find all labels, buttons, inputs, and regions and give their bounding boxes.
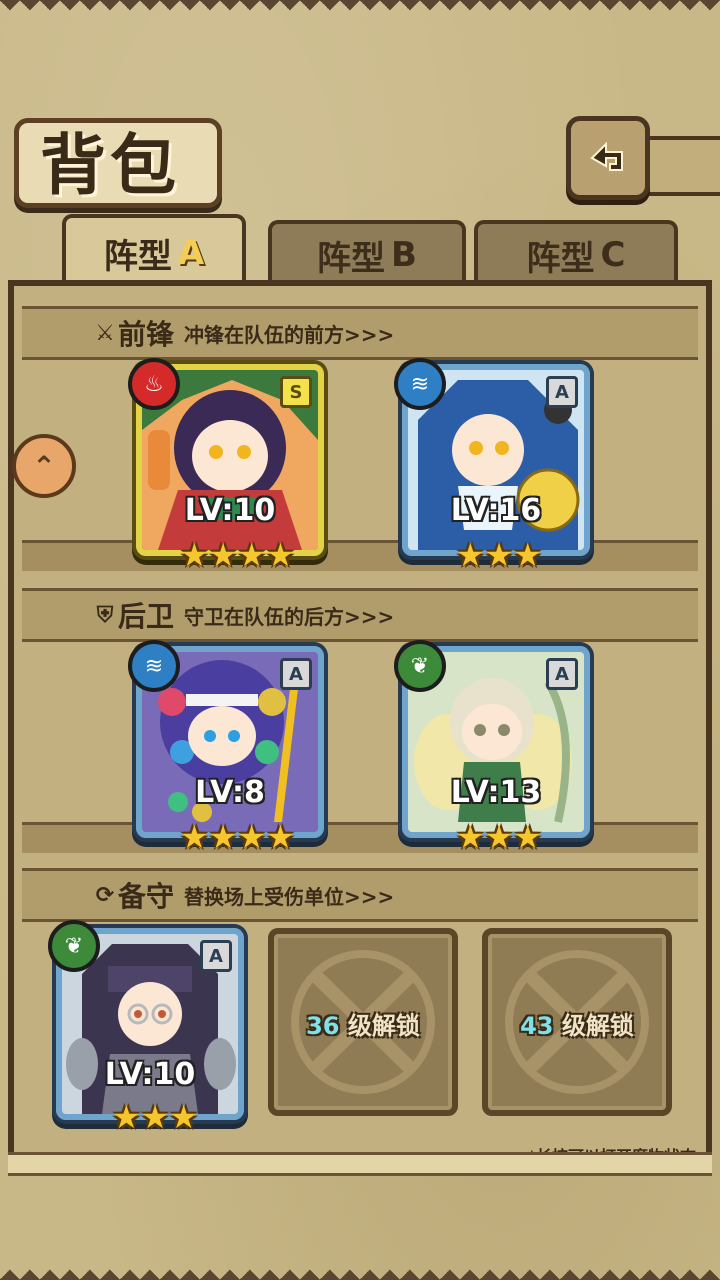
tab-letter: C xyxy=(600,235,626,275)
star-icon: ★ xyxy=(208,818,238,856)
star-rating: ★ ★ ★ xyxy=(456,536,543,574)
unlock-label: 36 级解锁 xyxy=(274,1006,452,1041)
unit-level: LV:10 xyxy=(184,493,276,528)
leaf-element-icon: ❦ xyxy=(48,920,100,972)
page-title: 背包 xyxy=(40,127,180,204)
section-desc: 冲锋在队伍的前方>>> xyxy=(184,322,395,347)
star-icon: ★ xyxy=(140,1098,170,1136)
arrow-up-icon: ⌃ xyxy=(32,449,56,483)
rank-badge: S xyxy=(280,376,312,408)
unit-level: LV:16 xyxy=(450,493,542,528)
tab-formation-c[interactable]: 阵型 C xyxy=(474,220,678,286)
section-back: ⛨ 后卫 守卫在队伍的后方>>> xyxy=(22,588,698,642)
tab-letter: B xyxy=(391,235,417,275)
tab-letter: A xyxy=(177,233,205,273)
tab-label: 阵型 xyxy=(103,236,172,277)
leaf-element-icon: ❦ xyxy=(394,640,446,692)
star-icon: ★ xyxy=(266,818,295,856)
unit-level: LV:10 xyxy=(104,1057,196,1092)
locked-slot[interactable]: 43 级解锁 xyxy=(482,928,672,1116)
tab-label: 阵型 xyxy=(526,238,595,279)
section-desc: 守卫在队伍的后方>>> xyxy=(184,604,395,629)
star-icon: ★ xyxy=(484,818,514,856)
star-icon: ★ xyxy=(237,536,267,574)
unlock-label: 43 级解锁 xyxy=(488,1006,666,1041)
rank-badge: A xyxy=(546,376,578,408)
top-border xyxy=(0,0,720,22)
section-name: 备守 xyxy=(118,880,175,913)
tab-label: 阵型 xyxy=(317,238,386,279)
water-element-icon: ≋ xyxy=(394,358,446,410)
star-icon: ★ xyxy=(456,818,485,856)
sword-icon: ⚔ xyxy=(95,320,115,346)
unit-level: LV:13 xyxy=(450,775,542,810)
star-icon: ★ xyxy=(266,536,295,574)
tab-formation-b[interactable]: 阵型 B xyxy=(268,220,466,286)
star-rating: ★ ★ ★ xyxy=(456,818,543,856)
water-element-icon: ≋ xyxy=(128,640,180,692)
star-icon: ★ xyxy=(237,818,267,856)
unlock-text: 级解锁 xyxy=(347,1012,420,1040)
bottom-border xyxy=(0,1258,720,1280)
unit-level: LV:8 xyxy=(195,775,265,810)
bottom-strip xyxy=(8,1152,712,1176)
expand-side-button[interactable]: ⌃ xyxy=(12,434,76,498)
backpack-screen: 背包 阵型 A 阵型 B 阵型 C ⚔ 前锋 冲锋在队伍的前方>>> ⛨ 后卫 守卫在… xyxy=(0,0,720,1280)
back-button[interactable] xyxy=(566,116,650,200)
star-icon: ★ xyxy=(513,536,543,574)
fire-element-icon: ♨ xyxy=(128,358,180,410)
shelf xyxy=(22,540,698,571)
tab-formation-a[interactable]: 阵型 A xyxy=(62,214,246,288)
star-icon: ★ xyxy=(180,818,209,856)
section-name: 后卫 xyxy=(118,600,175,633)
star-icon: ★ xyxy=(513,818,543,856)
unlock-text: 级解锁 xyxy=(561,1012,634,1040)
back-arrow-icon xyxy=(590,141,623,171)
swap-icon: ⟳ xyxy=(95,882,115,908)
star-rating: ★ ★ ★ xyxy=(112,1098,199,1136)
back-strip xyxy=(640,136,720,196)
star-icon: ★ xyxy=(208,536,238,574)
locked-slot[interactable]: 36 级解锁 xyxy=(268,928,458,1116)
section-front: ⚔ 前锋 冲锋在队伍的前方>>> xyxy=(22,306,698,360)
star-icon: ★ xyxy=(180,536,209,574)
section-name: 前锋 xyxy=(118,318,175,351)
formation-tabs: 阵型 A 阵型 B 阵型 C xyxy=(16,214,704,288)
star-icon: ★ xyxy=(456,536,485,574)
star-icon: ★ xyxy=(169,1098,199,1136)
rank-badge: A xyxy=(280,658,312,690)
star-rating: ★ ★ ★ ★ xyxy=(180,536,295,574)
unlock-level: 36 xyxy=(306,1012,340,1040)
section-desc: 替换场上受伤单位>>> xyxy=(184,884,395,909)
star-icon: ★ xyxy=(484,536,514,574)
star-icon: ★ xyxy=(112,1098,141,1136)
rank-badge: A xyxy=(546,658,578,690)
unlock-level: 43 xyxy=(520,1012,554,1040)
shelf xyxy=(22,822,698,853)
section-reserve: ⟳ 备守 替换场上受伤单位>>> xyxy=(22,868,698,922)
shield-icon: ⛨ xyxy=(96,602,114,628)
star-rating: ★ ★ ★ ★ xyxy=(180,818,295,856)
rank-badge: A xyxy=(200,940,232,972)
